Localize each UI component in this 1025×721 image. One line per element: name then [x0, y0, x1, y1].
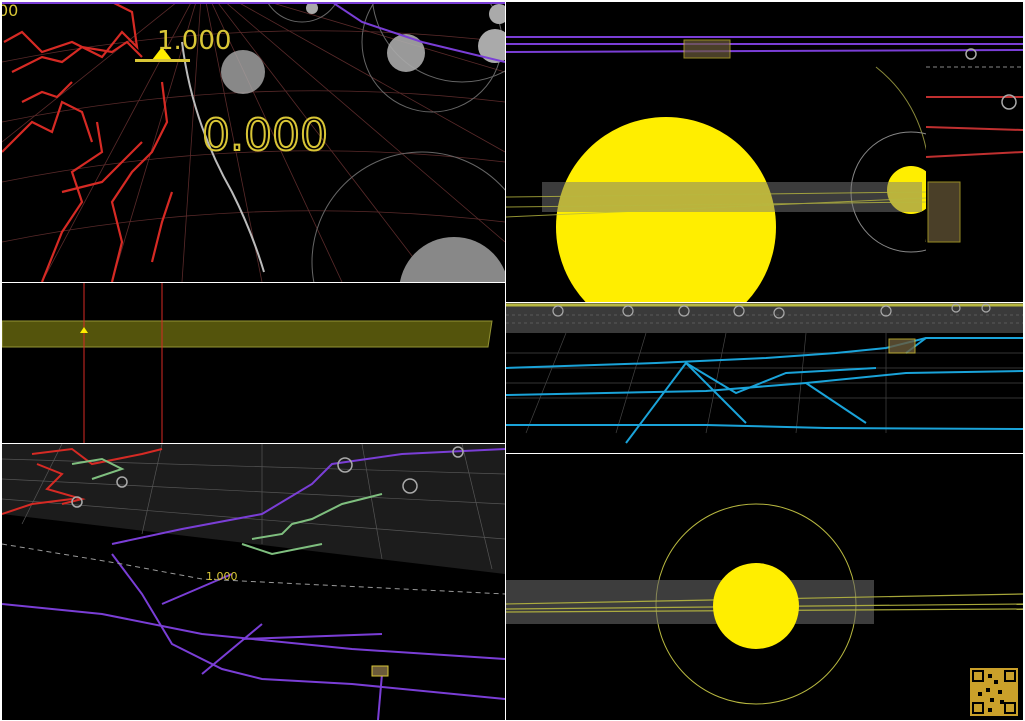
sun-disc [713, 563, 799, 649]
terrain-grid [506, 332, 1023, 434]
grey-band [506, 580, 874, 624]
panel-top-right-sun-view [506, 2, 1023, 302]
qr-code-icon [970, 668, 1018, 716]
panel-bottom-left-3d-map: 1.000 [2, 444, 505, 720]
purple-horizon-lines [506, 36, 1023, 53]
red-contour-paths [2, 2, 174, 282]
cyan-paths [506, 337, 1023, 444]
label-box [683, 39, 731, 59]
elevation-band [2, 320, 493, 348]
grey-band [542, 182, 922, 212]
scale-label-3d: 1.000 [206, 570, 238, 583]
big-value-label: 0.000 [202, 110, 328, 161]
collage-canvas: 1.000 0.000 00 1.000 [0, 0, 1025, 721]
panel-top-left-map-perspective: 1.000 0.000 00 [2, 2, 505, 282]
panel-mid-right-terrain [506, 303, 1023, 453]
panel-mid-left-profile [2, 283, 505, 443]
panel-bottom-right-sun-view [506, 454, 1023, 720]
corner-label: 00 [2, 2, 18, 20]
scale-label: 1.000 [157, 26, 231, 56]
